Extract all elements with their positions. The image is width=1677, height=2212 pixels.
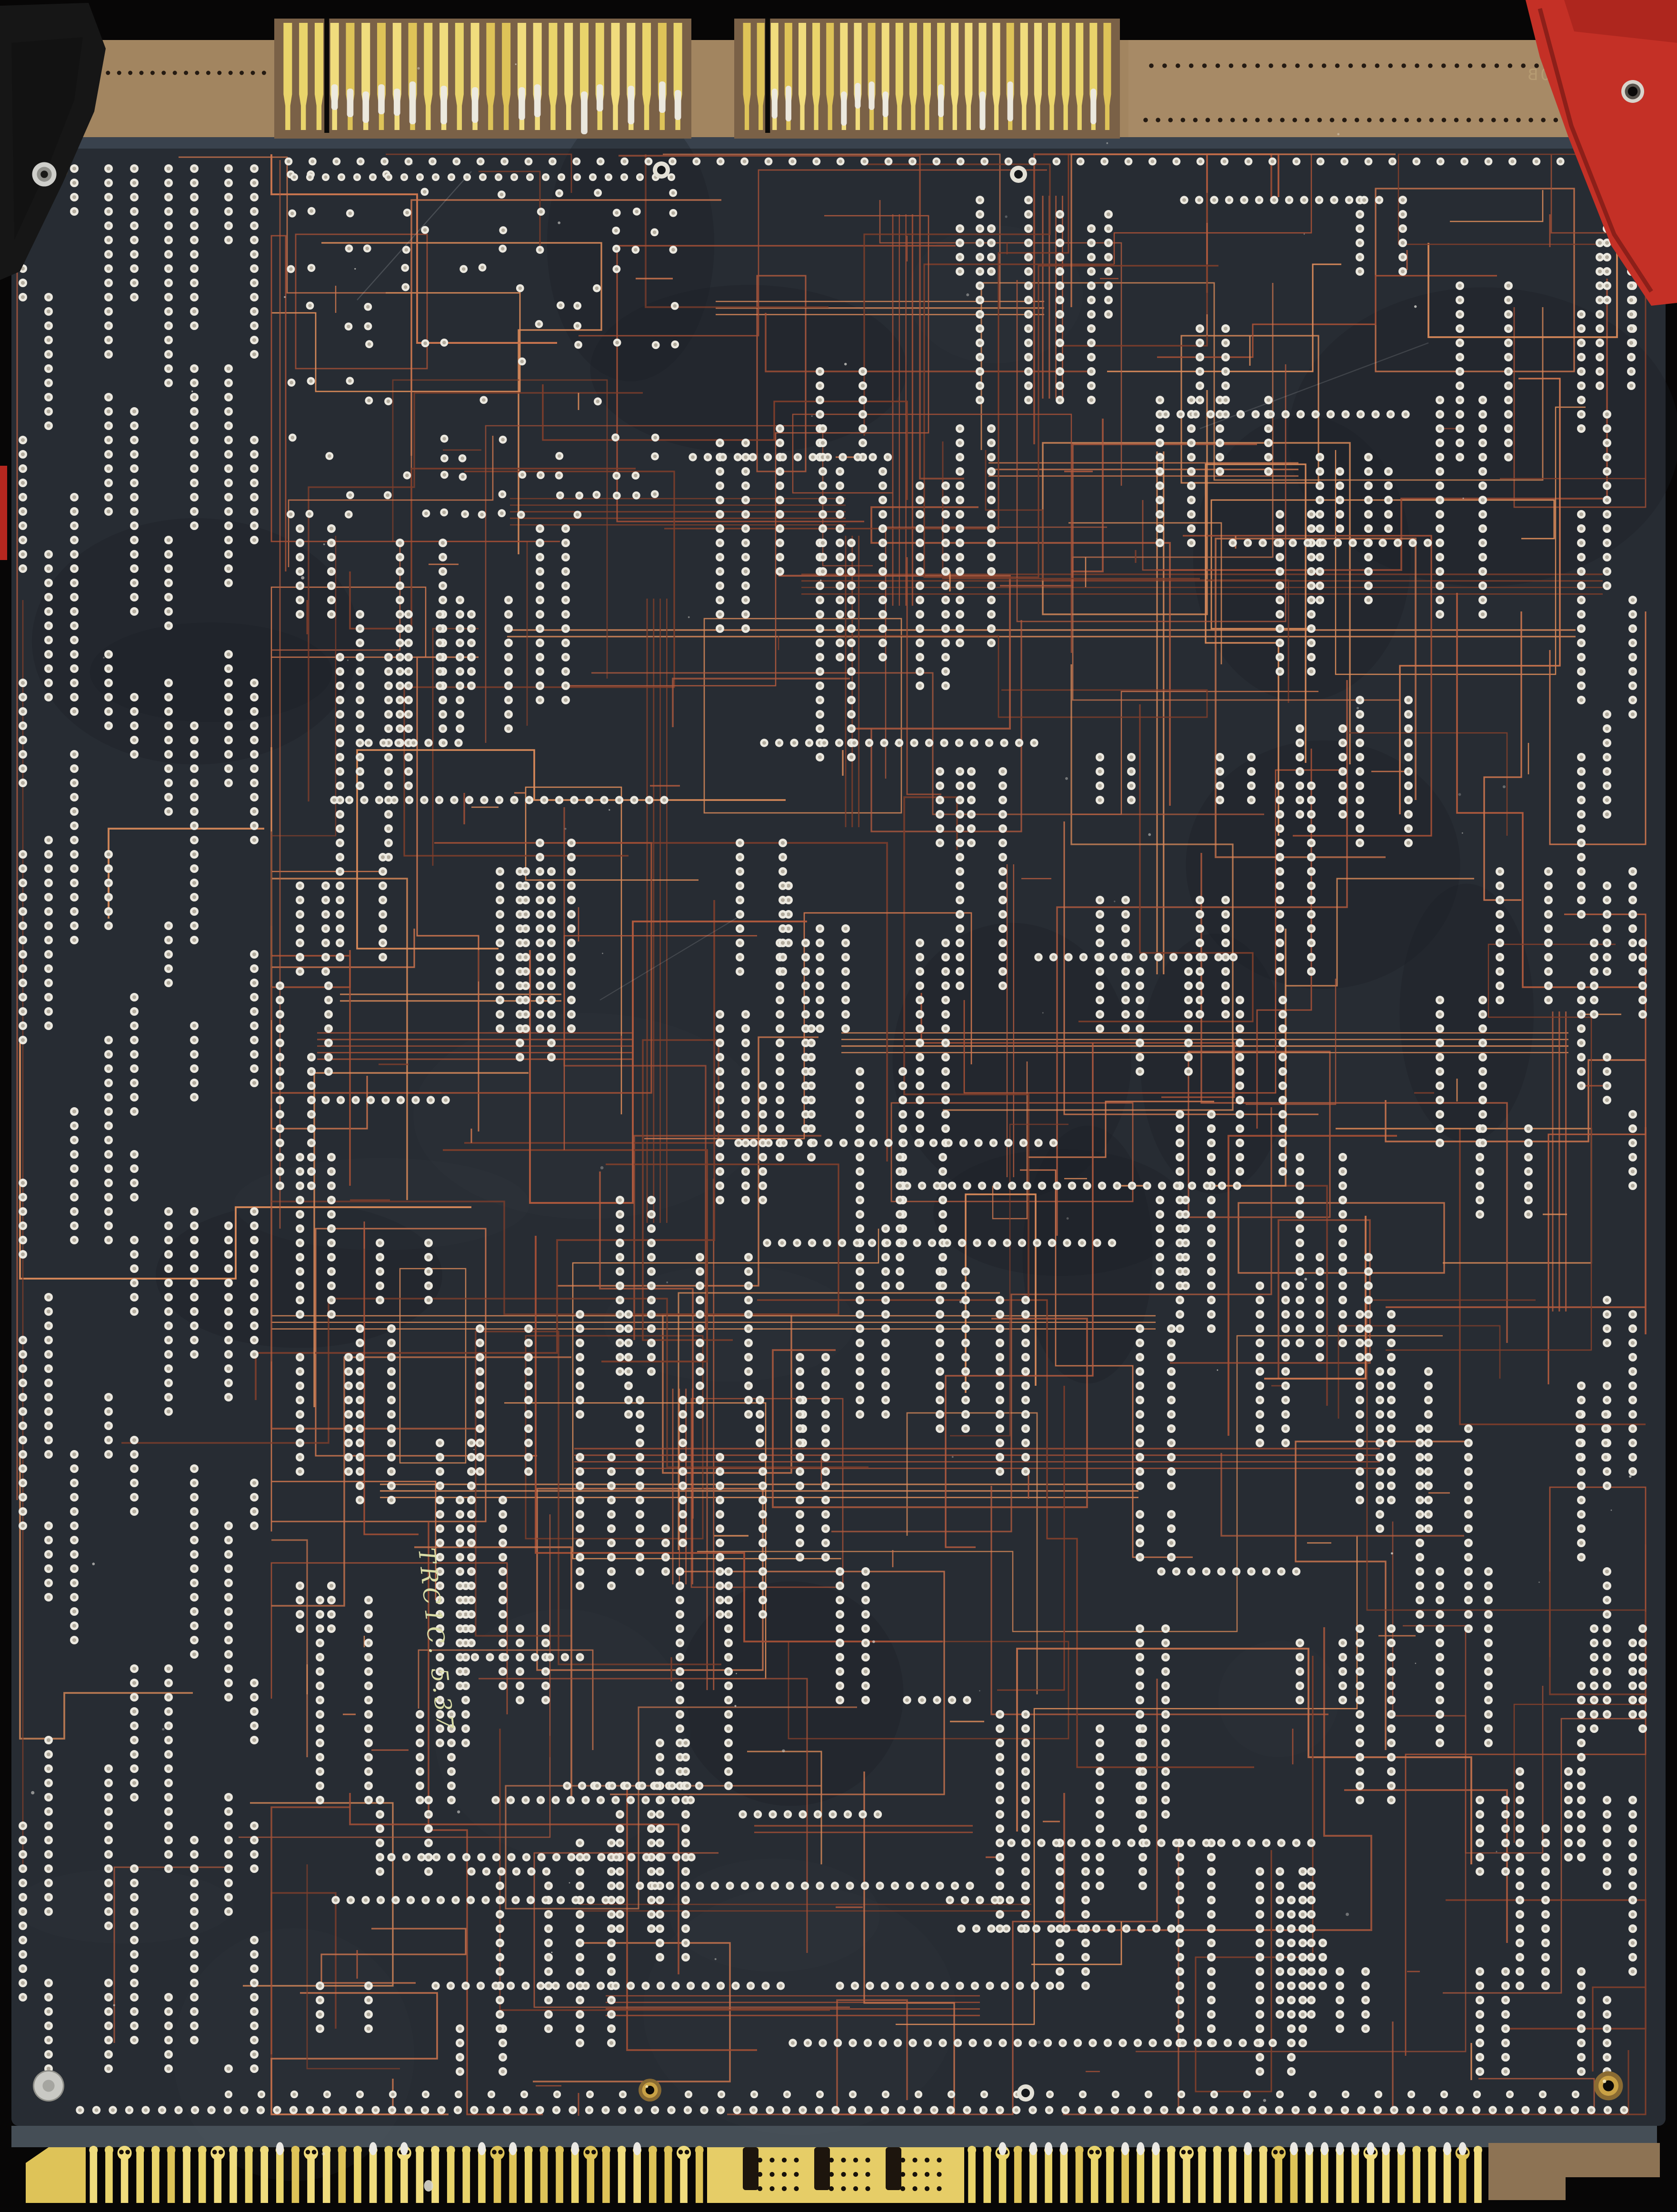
red-sliver-left-edge <box>0 466 7 560</box>
pcb-board: RO PCB-10B TRC1C. 5.37 <box>11 19 1677 2209</box>
bottom-board-bevel <box>11 2126 1657 2147</box>
pcb-photo-scan: RO PCB-10B TRC1C. 5.37 <box>0 0 1677 2212</box>
